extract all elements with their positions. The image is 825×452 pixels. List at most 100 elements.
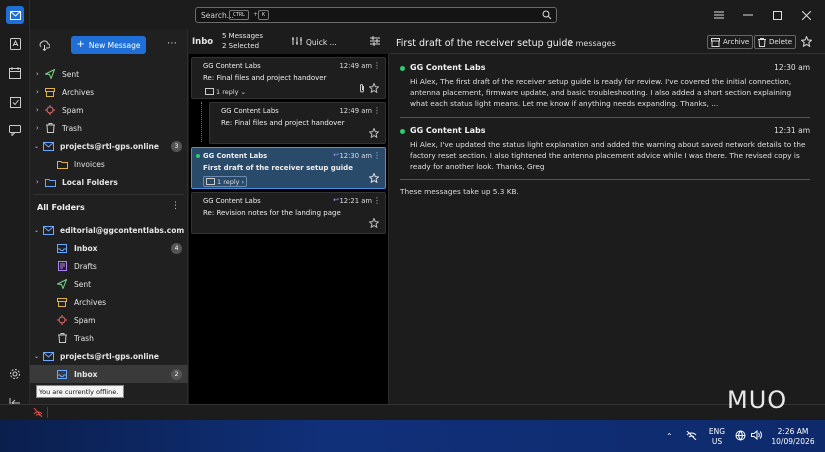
clock[interactable]: 2:26 AM 10/09/2026 xyxy=(770,427,816,446)
volume-icon[interactable] xyxy=(751,429,762,442)
folder-archives[interactable]: › Archives xyxy=(30,83,188,101)
folder-spam[interactable]: › Spam xyxy=(30,101,188,119)
star-icon[interactable] xyxy=(368,82,380,95)
windows-taskbar: ⌃ ENG US 2:26 AM 10/09/2026 xyxy=(0,420,825,452)
more-options-icon[interactable]: ⋮ xyxy=(373,196,381,205)
replied-icon: ↩ xyxy=(333,151,339,159)
get-messages-icon[interactable] xyxy=(39,40,51,53)
account-projects[interactable]: ⌄ projects@rtl-gps.online xyxy=(30,347,188,365)
message-list-header: Inbo 5 Messages 2 Selected Quick ... xyxy=(189,30,389,54)
local-folders[interactable]: › Local Folders xyxy=(30,173,188,191)
folder-trash[interactable]: › Trash xyxy=(30,119,188,137)
reply-count-button[interactable]: 1 reply › xyxy=(203,176,248,187)
folder-spam[interactable]: Spam xyxy=(30,311,188,329)
settings-gear-icon[interactable] xyxy=(7,366,23,382)
folder-inbox-selected[interactable]: Inbox 2 xyxy=(30,365,188,383)
message-body: Hi Alex, I've updated the status light e… xyxy=(410,140,806,171)
drafts-icon xyxy=(56,260,68,272)
thread-size-note: These messages take up 5.3 KB. xyxy=(400,187,519,196)
message-card-selected[interactable]: GG Content Labs ↩ 12:30 am ⋮ First draft… xyxy=(191,147,386,189)
chevron-right-icon: › xyxy=(241,177,245,186)
folder-icon xyxy=(44,176,56,188)
replied-icon: ↩ xyxy=(333,196,339,204)
folder-invoices[interactable]: Invoices xyxy=(30,155,188,173)
spam-icon xyxy=(56,314,68,326)
divider xyxy=(34,194,184,195)
reply-count-button[interactable]: 1 reply ⌄ xyxy=(203,86,248,97)
thread-title: First draft of the receiver setup guide xyxy=(396,38,574,49)
status-bar xyxy=(0,404,825,420)
calendar-icon[interactable] xyxy=(7,65,23,81)
chat-icon[interactable] xyxy=(7,122,23,138)
more-options-icon[interactable]: ⋮ xyxy=(373,61,381,70)
tasks-icon[interactable] xyxy=(7,94,23,110)
star-icon[interactable] xyxy=(800,35,813,49)
spaces-toolbar xyxy=(0,0,30,420)
mail-space-icon[interactable] xyxy=(6,6,24,24)
message-sender: GG Content Labs xyxy=(410,63,486,72)
new-message-button[interactable]: + New Message xyxy=(71,36,146,54)
reply-count: 1 reply xyxy=(216,87,239,96)
folder-drafts[interactable]: Drafts xyxy=(30,257,188,275)
message-item[interactable]: GG Content Labs 12:30 am Hi Alex, The fi… xyxy=(400,63,810,113)
minimize-icon[interactable] xyxy=(741,8,755,22)
message-subject: Re: Final files and project handover xyxy=(221,119,345,127)
sent-icon xyxy=(44,68,56,80)
all-folders-menu-icon[interactable]: ⋮ xyxy=(171,201,180,211)
star-icon[interactable] xyxy=(368,172,380,185)
message-item[interactable]: GG Content Labs 12:31 am Hi Alex, I've u… xyxy=(400,126,810,176)
message-sender: GG Content Labs xyxy=(203,152,268,160)
message-card[interactable]: GG Content Labs 12:49 am ⋮ Re: Final fil… xyxy=(191,57,386,99)
menu-icon[interactable] xyxy=(712,8,726,22)
network-offline-icon[interactable] xyxy=(686,430,697,442)
maximize-icon[interactable] xyxy=(770,8,784,22)
quick-filter-icon[interactable] xyxy=(292,36,304,48)
globe-icon[interactable] xyxy=(735,430,746,443)
folder-trash[interactable]: Trash xyxy=(30,329,188,347)
star-icon[interactable] xyxy=(368,217,380,230)
folder-sent[interactable]: › Sent xyxy=(30,65,188,83)
folder-sent[interactable]: Sent xyxy=(30,275,188,293)
search-input[interactable]: Search... CTRL + K xyxy=(195,7,557,23)
more-options-icon[interactable]: ⋮ xyxy=(373,151,381,160)
chevron-right-icon: › xyxy=(36,106,39,114)
message-time: 12:49 am xyxy=(339,62,372,70)
message-list: Inbo 5 Messages 2 Selected Quick ... GG … xyxy=(189,30,389,404)
chevron-right-icon: › xyxy=(36,88,39,96)
address-book-icon[interactable] xyxy=(7,36,23,52)
search-icon[interactable] xyxy=(542,10,552,20)
folder-label: Spam xyxy=(74,315,96,325)
account-editorial[interactable]: ⌄ editorial@ggcontentlabs.com xyxy=(30,221,188,239)
message-time: 12:30 am xyxy=(774,63,810,72)
folder-inbox[interactable]: Inbox 4 xyxy=(30,239,188,257)
account-label: projects@rtl-gps.online xyxy=(60,141,159,151)
unread-badge: 3 xyxy=(171,140,182,152)
clock-time: 2:26 AM xyxy=(777,427,809,436)
shortcut-k: K xyxy=(258,10,270,20)
list-options-icon[interactable] xyxy=(370,36,380,48)
reply-count: 1 reply xyxy=(217,177,240,186)
chevron-up-icon[interactable]: ⌃ xyxy=(666,432,673,441)
region-code: US xyxy=(711,436,723,446)
language-indicator[interactable]: ENG US xyxy=(706,427,728,446)
message-card[interactable]: GG Content Labs ↩ 12:21 am ⋮ Re: Revisio… xyxy=(191,192,386,234)
message-time: 12:21 am xyxy=(339,197,372,205)
quick-filter-button[interactable]: Quick ... xyxy=(306,38,337,47)
delete-button[interactable]: Delete xyxy=(754,35,796,49)
account-projects-top[interactable]: ⌄ projects@rtl-gps.online 3 xyxy=(30,137,188,155)
folder-archives[interactable]: Archives xyxy=(30,293,188,311)
close-icon[interactable] xyxy=(799,8,813,22)
star-icon[interactable] xyxy=(368,127,380,140)
folder-pane-menu-icon[interactable]: ⋯ xyxy=(167,38,177,49)
archive-label: Archive xyxy=(723,38,750,46)
more-options-icon[interactable]: ⋮ xyxy=(373,106,381,115)
trash-icon xyxy=(758,37,766,47)
message-sender: GG Content Labs xyxy=(410,126,486,135)
unread-badge: 4 xyxy=(171,242,182,254)
archive-button[interactable]: Archive xyxy=(707,35,754,49)
inbox-icon xyxy=(56,368,68,380)
message-card-child[interactable]: GG Content Labs 12:49 am ⋮ Re: Final fil… xyxy=(209,102,386,144)
plus-icon: + xyxy=(76,39,85,50)
offline-status-icon[interactable] xyxy=(33,407,43,419)
chevron-down-icon: ⌄ xyxy=(34,226,40,234)
